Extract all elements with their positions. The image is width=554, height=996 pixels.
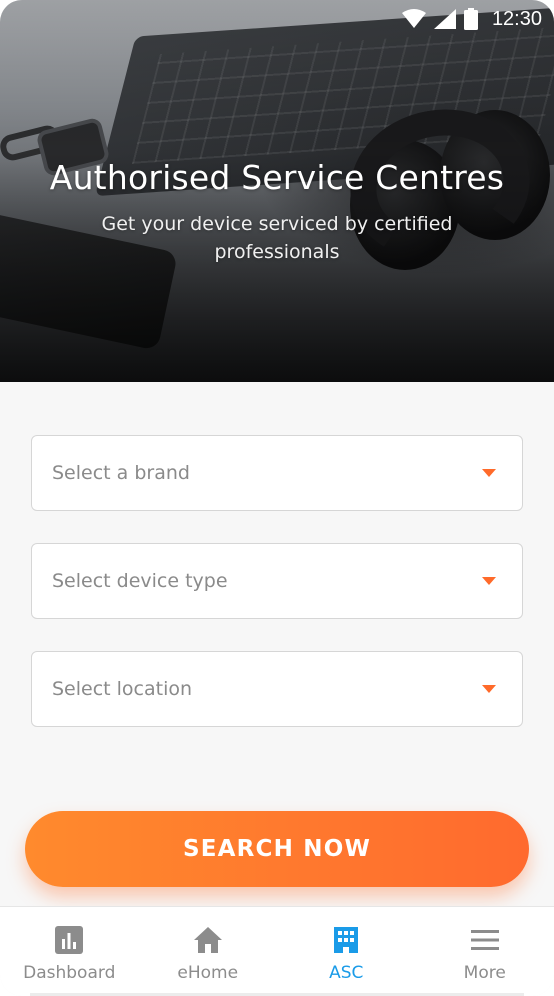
bottom-navigation: Dashboard eHome ASC More xyxy=(0,906,554,996)
brand-select[interactable]: Select a brand xyxy=(31,435,523,511)
chevron-down-icon xyxy=(482,577,496,585)
nav-label-dashboard: Dashboard xyxy=(23,963,116,983)
chart-icon xyxy=(55,926,84,954)
nav-item-asc[interactable]: ASC xyxy=(277,907,416,996)
battery-icon xyxy=(463,8,478,30)
brand-select-label: Select a brand xyxy=(52,462,190,484)
page-subtitle: Get your device serviced by certified pr… xyxy=(101,213,453,263)
menu-icon xyxy=(470,930,499,950)
cellular-signal-icon xyxy=(433,9,456,29)
chevron-down-icon xyxy=(482,469,496,477)
nav-item-more[interactable]: More xyxy=(416,907,554,996)
chevron-down-icon xyxy=(482,685,496,693)
home-icon xyxy=(193,927,222,953)
page-title: Authorised Service Centres xyxy=(49,158,505,197)
device-type-select-label: Select device type xyxy=(52,570,228,592)
nav-label-ehome: eHome xyxy=(177,963,239,983)
search-now-button[interactable]: SEARCH NOW xyxy=(25,811,529,887)
status-bar: 12:30 xyxy=(0,0,554,38)
building-icon xyxy=(334,927,359,953)
nav-label-asc: ASC xyxy=(329,963,364,983)
location-select[interactable]: Select location xyxy=(31,651,523,727)
nav-label-more: More xyxy=(463,963,506,983)
hero-banner: 12:30 Authorised Service Centres Get you… xyxy=(0,0,554,382)
nav-item-ehome[interactable]: eHome xyxy=(139,907,278,996)
status-time: 12:30 xyxy=(491,7,542,30)
app-screen: 12:30 Authorised Service Centres Get you… xyxy=(0,0,554,996)
device-type-select[interactable]: Select device type xyxy=(31,543,523,619)
nav-item-dashboard[interactable]: Dashboard xyxy=(0,907,139,996)
location-select-label: Select location xyxy=(52,678,193,700)
wifi-icon xyxy=(401,9,426,28)
